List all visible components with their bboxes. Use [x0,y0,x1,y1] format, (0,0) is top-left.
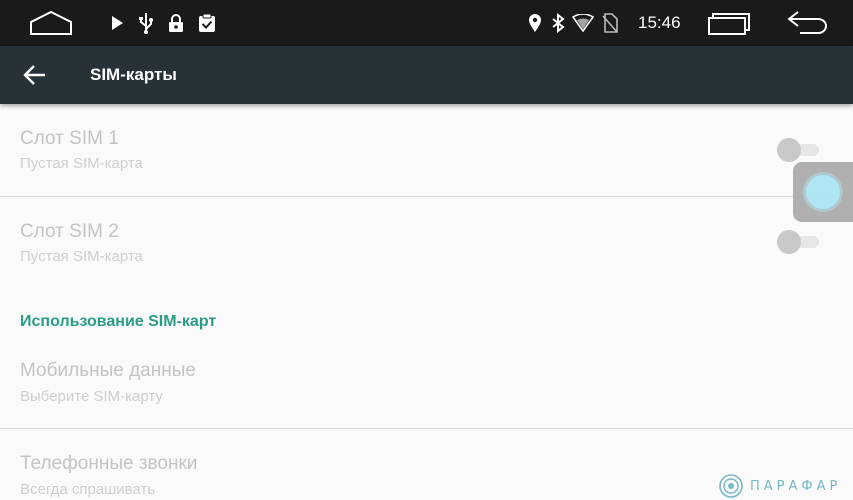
sim-slot-1-switch[interactable] [777,138,823,162]
location-icon [526,0,544,46]
usb-icon [137,0,155,46]
mobile-data-summary: Выберите SIM-карту [20,388,163,405]
floating-dot-icon [806,175,840,209]
mobile-data-item[interactable]: Мобильные данные Выберите SIM-карту [0,344,853,428]
recent-apps-icon[interactable] [705,0,753,46]
play-icon [108,0,126,46]
sim-slot-1-title: Слот SIM 1 [20,128,119,149]
home-icon[interactable] [28,0,74,46]
sim-slot-2-summary: Пустая SIM-карта [20,248,143,265]
back-icon[interactable] [785,0,829,46]
clipboard-check-icon [196,0,218,46]
switch-thumb [777,138,801,162]
status-bar: 15:46 [0,0,853,46]
lock-icon [166,0,186,46]
wifi-icon [571,0,595,46]
watermark-text: ПАРАФАР [750,478,842,494]
floating-assist-button[interactable] [793,162,853,222]
bluetooth-icon [549,0,567,46]
phone-calls-title: Телефонные звонки [20,453,198,474]
sim-slot-1-item[interactable]: Слот SIM 1 Пустая SIM-карта [0,104,853,196]
mobile-data-title: Мобильные данные [20,360,196,381]
sim-slot-2-item[interactable]: Слот SIM 2 Пустая SIM-карта [0,197,853,289]
app-toolbar: SIM-карты [0,46,853,104]
arrow-left-icon[interactable] [18,59,52,91]
watermark-logo-icon [719,474,743,498]
watermark: ПАРАФАР [718,472,841,500]
page-title: SIM-карты [90,65,177,84]
sim-slot-1-summary: Пустая SIM-карта [20,155,143,172]
phone-calls-summary: Всегда спрашивать [20,481,156,498]
clock: 15:46 [638,13,681,32]
sim-slot-2-switch[interactable] [777,230,823,254]
section-header-sim-usage: Использование SIM-карт [20,313,217,330]
switch-thumb [777,230,801,254]
no-sim-icon [601,0,619,46]
sim-slot-2-title: Слот SIM 2 [20,221,119,242]
